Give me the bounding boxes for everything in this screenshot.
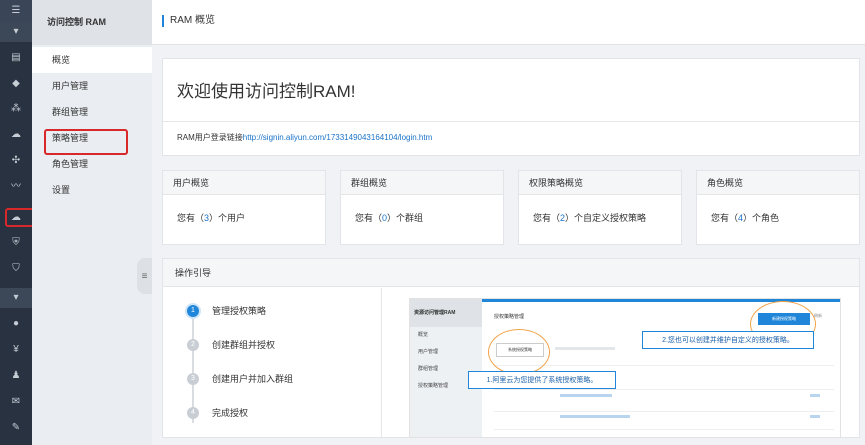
card-title: 角色概览 [697,171,859,195]
preview-row [494,411,834,412]
menu-item-groups[interactable]: 群组管理 [32,99,152,125]
policy-overview-card: 权限策略概览 您有（2）个自定义授权策略 [518,170,682,245]
card-title: 用户概览 [163,171,325,195]
menu-icon[interactable]: ☰ [0,0,32,22]
role-overview-card: 角色概览 您有（4）个角色 [696,170,860,245]
caret-down-icon[interactable]: ▾ [0,22,32,42]
callout-custom-policy: 2.您也可以创建并维护自定义的授权策略。 [642,331,814,349]
card-text: 您有（ [711,213,739,223]
preview-link [810,394,820,397]
preview-link [810,415,820,418]
preview-head: 授权策略管理 [494,314,525,320]
card-text: ）个角色 [743,213,780,223]
step-label: 创建群组并授权 [212,340,276,350]
collapse-menu-handle[interactable]: ≡ [137,258,152,294]
cloud-gear-icon[interactable]: ☁ [0,125,32,145]
card-text: ）个用户 [209,213,246,223]
divider [163,121,859,122]
user-overview-card: 用户概览 您有（3）个用户 [162,170,326,245]
preview-screenshot: 资源访问管理RAM 概览 用户管理 群组管理 授权策略管理 授权策略管理 新建授… [409,298,841,438]
guide-preview: 资源访问管理RAM 概览 用户管理 群组管理 授权策略管理 授权策略管理 新建授… [381,288,859,438]
step-label: 完成授权 [212,408,249,418]
welcome-panel: 欢迎使用访问控制RAM! RAM用户登录链接http://signin.aliy… [162,58,860,156]
welcome-title: 欢迎使用访问控制RAM! [177,82,356,101]
page-title: RAM 概览 [162,15,215,27]
people-icon[interactable]: ♟ [0,366,32,386]
card-body: 您有（2）个自定义授权策略 [519,195,681,224]
card-text: 您有（ [533,213,561,223]
shield-check-icon[interactable]: ⛉ [0,259,32,279]
list-icon[interactable]: ▤ [0,48,32,68]
wave-icon[interactable]: 〰 [0,177,32,197]
preview-sidebar-item: 用户管理 [418,349,439,355]
step-number: 1 [187,304,199,317]
preview-tab-inactive [555,347,615,350]
preview-sidebar: 资源访问管理RAM 概览 用户管理 群组管理 授权策略管理 [410,299,482,437]
menu-item-users[interactable]: 用户管理 [32,73,152,99]
card-body: 您有（4）个角色 [697,195,859,224]
card-body: 您有（3）个用户 [163,195,325,224]
caret-down-icon[interactable]: ▾ [0,288,32,308]
step-label: 创建用户并加入群组 [212,374,294,384]
step-number: 3 [187,372,199,385]
step-4[interactable]: 4 完成授权 [187,406,248,419]
preview-link [560,415,630,418]
preview-link [560,394,612,397]
card-text: 您有（ [177,213,205,223]
preview-sidebar-title: 资源访问管理RAM [410,299,482,327]
step-1[interactable]: 1 管理授权策略 [187,304,266,317]
side-menu: 访问控制 RAM 概览 用户管理 群组管理 策略管理 角色管理 设置 [32,0,152,445]
card-text: 您有（ [355,213,383,223]
card-body: 您有（0）个群组 [341,195,503,224]
menu-title: 访问控制 RAM [32,0,152,45]
share-icon[interactable]: ✣ [0,151,32,171]
preview-row [494,429,834,430]
cloud-icon[interactable]: ☁ [0,208,32,228]
card-text: ）个群组 [387,213,424,223]
group-overview-card: 群组概览 您有（0）个群组 [340,170,504,245]
card-text: ）个自定义授权策略 [565,213,647,223]
card-title: 权限策略概览 [519,171,681,195]
menu-item-overview[interactable]: 概览 [32,47,152,73]
login-link-label: RAM用户登录链接 [177,133,243,142]
main-content: RAM 概览 欢迎使用访问控制RAM! RAM用户登录链接http://sign… [152,0,865,445]
pencil-icon[interactable]: ✎ [0,418,32,438]
shield-icon[interactable]: ⛨ [0,233,32,253]
step-2[interactable]: 2 创建群组并授权 [187,338,275,351]
card-title: 群组概览 [341,171,503,195]
icon-rail: ☰ ▾ ▤ ◆ ⁂ ☁ ✣ 〰 ☁ ⛨ ⛉ ▾ ● ¥ ♟ ✉ ✎ [0,0,32,445]
step-label: 管理授权策略 [212,306,267,316]
guide-title: 操作引导 [163,259,859,287]
diamond-icon[interactable]: ◆ [0,74,32,94]
login-link[interactable]: http://signin.aliyun.com/173314904316410… [243,133,432,142]
guide-panel: 操作引导 1 管理授权策略 2 创建群组并授权 3 创建用户并加入群组 4 完成… [162,258,860,438]
collapse-icon: ≡ [141,270,148,282]
guide-steps: 1 管理授权策略 2 创建群组并授权 3 创建用户并加入群组 4 完成授权 [163,288,381,438]
login-link-row: RAM用户登录链接http://signin.aliyun.com/173314… [177,132,432,143]
step-number: 4 [187,406,199,419]
menu-item-policies[interactable]: 策略管理 [32,125,152,151]
callout-system-policy: 1.阿里云为您提供了系统授权策略。 [468,371,616,389]
preview-row [494,365,834,366]
preview-sidebar-item: 概览 [418,332,429,338]
menu-item-settings[interactable]: 设置 [32,177,152,203]
yen-icon[interactable]: ¥ [0,340,32,360]
step-number: 2 [187,338,199,351]
mail-icon[interactable]: ✉ [0,392,32,412]
step-3[interactable]: 3 创建用户并加入群组 [187,372,293,385]
user-icon[interactable]: ● [0,314,32,334]
highlight-circle [488,329,550,375]
menu-item-roles[interactable]: 角色管理 [32,151,152,177]
page-header: RAM 概览 [152,0,865,45]
preview-row [494,389,834,390]
nodes-icon[interactable]: ⁂ [0,99,32,119]
